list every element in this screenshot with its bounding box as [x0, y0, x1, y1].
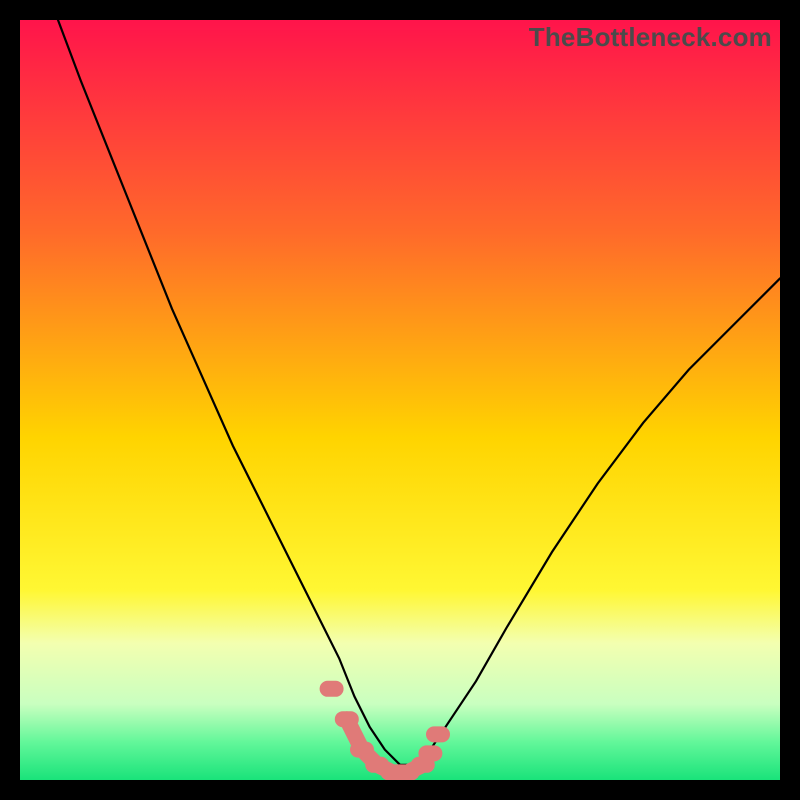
gradient-background [20, 20, 780, 780]
chart-container: TheBottleneck.com [0, 0, 800, 800]
watermark-text: TheBottleneck.com [529, 22, 772, 53]
chart-svg [20, 20, 780, 780]
